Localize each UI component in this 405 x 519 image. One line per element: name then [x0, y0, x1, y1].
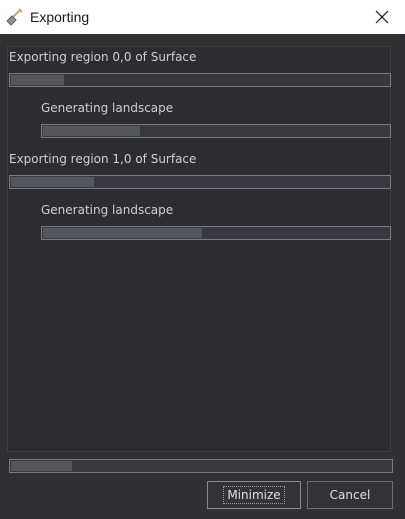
task-progress-fill	[43, 126, 140, 136]
close-button[interactable]	[359, 0, 405, 34]
close-icon	[375, 10, 389, 24]
minimize-button-label: Minimize	[223, 486, 285, 504]
dialog-body: Exporting region 0,0 of Surface Generati…	[0, 34, 405, 519]
cancel-button-label: Cancel	[329, 488, 371, 502]
minimize-button[interactable]: Minimize	[207, 481, 301, 509]
window-title: Exporting	[30, 9, 90, 25]
overall-progress-bar	[9, 459, 393, 473]
task-label: Generating landscape	[41, 203, 174, 217]
task-progress-fill	[43, 228, 203, 238]
region-progress-fill	[11, 75, 64, 85]
progress-panel: Exporting region 0,0 of Surface Generati…	[7, 46, 391, 452]
region-progress-bar	[9, 73, 391, 87]
region-label: Exporting region 0,0 of Surface	[9, 50, 197, 64]
region-progress-fill	[11, 177, 95, 187]
task-label: Generating landscape	[41, 101, 174, 115]
title-bar: Exporting	[0, 0, 405, 34]
task-progress-bar	[41, 226, 391, 240]
cancel-button[interactable]: Cancel	[307, 481, 393, 509]
task-progress-bar	[41, 124, 391, 138]
region-label: Exporting region 1,0 of Surface	[9, 152, 197, 166]
region-progress-bar	[9, 175, 391, 189]
overall-progress-fill	[11, 461, 72, 471]
shovel-icon	[5, 7, 25, 27]
